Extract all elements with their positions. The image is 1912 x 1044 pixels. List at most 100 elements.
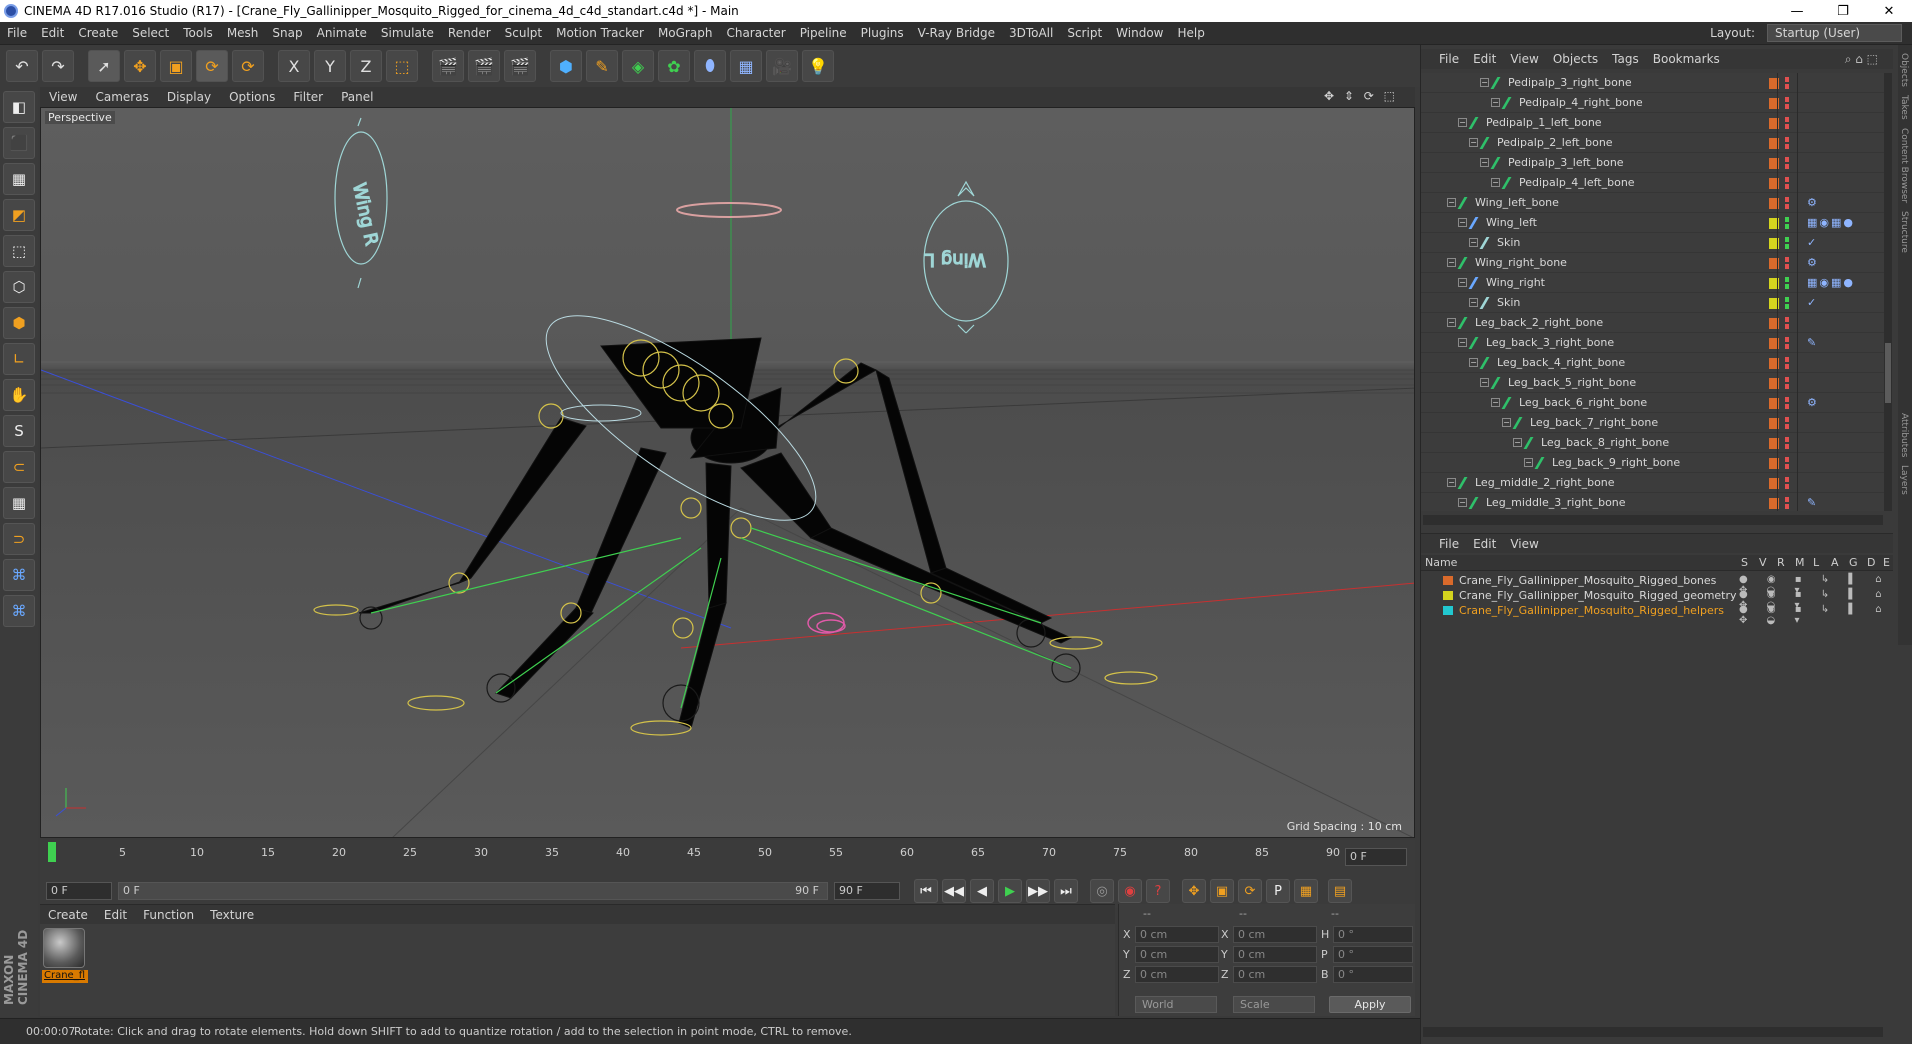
object-tags[interactable]: ✎	[1807, 496, 1818, 509]
side-tab-structure[interactable]: Structure	[1899, 211, 1909, 253]
om-menu-edit[interactable]: Edit	[1466, 52, 1503, 66]
object-tree-row[interactable]: − Leg_back_3_right_bone ✎	[1421, 333, 1887, 353]
viewport-menu-filter[interactable]: Filter	[284, 90, 332, 104]
grid-snap-icon[interactable]: ▦	[3, 487, 35, 519]
move-icon[interactable]: ✥	[124, 50, 156, 82]
menu-edit[interactable]: Edit	[34, 26, 71, 40]
menu-file[interactable]: File	[0, 26, 34, 40]
layout-dropdown[interactable]: Startup (User)	[1767, 24, 1902, 42]
tree-expand-toggle[interactable]: −	[1502, 418, 1511, 427]
object-name[interactable]: Wing_left_bone	[1475, 196, 1559, 209]
keyframe-selection-icon[interactable]: ?	[1146, 879, 1170, 903]
menu-mesh[interactable]: Mesh	[220, 26, 266, 40]
side-tab-takes[interactable]: Takes	[1899, 95, 1909, 120]
object-tree-row[interactable]: − Pedipalp_4_right_bone	[1421, 93, 1887, 113]
perspective-viewport[interactable]: Wing R Wing L Perspective Grid Spacing:…	[40, 107, 1415, 838]
pen-spline-icon[interactable]: ✎	[586, 50, 618, 82]
viewport-camera-label[interactable]: Perspective	[45, 111, 115, 124]
lm-col-solo[interactable]: S	[1741, 556, 1748, 569]
menu-3dtoall[interactable]: 3DToAll	[1002, 26, 1060, 40]
autokey-icon[interactable]: ◉	[1118, 879, 1142, 903]
material-menu-create[interactable]: Create	[40, 908, 96, 922]
side-tab-attributes[interactable]: Attributes	[1899, 413, 1909, 457]
coordinate-space-dropdown[interactable]: World	[1135, 996, 1217, 1013]
key-position-icon[interactable]: ✥	[1182, 879, 1206, 903]
timeline[interactable]: 0 5 10 15 20 25 30 35 40 45 50 55 60 65 …	[40, 840, 1415, 874]
deformer-icon[interactable]: ⬮	[694, 50, 726, 82]
layer-name[interactable]: Crane_Fly_Gallinipper_Mosquito_Rigged_ge…	[1459, 589, 1737, 602]
edges-mode-icon[interactable]: ⬡	[3, 271, 35, 303]
close-button[interactable]: ✕	[1866, 0, 1912, 22]
object-name[interactable]: Leg_back_7_right_bone	[1530, 416, 1658, 429]
side-tab-content-browser[interactable]: Content Browser	[1899, 128, 1909, 203]
object-tree-row[interactable]: − Leg_back_6_right_bone ⚙	[1421, 393, 1887, 413]
tree-expand-toggle[interactable]: −	[1469, 298, 1478, 307]
visibility-dots[interactable]	[1785, 497, 1789, 509]
object-tree-row[interactable]: − Pedipalp_3_right_bone	[1421, 73, 1887, 93]
current-frame-field[interactable]: 0 F	[1345, 848, 1407, 866]
lm-col-manager[interactable]: M	[1795, 556, 1805, 569]
object-name[interactable]: Leg_middle_2_right_bone	[1475, 476, 1615, 489]
object-name[interactable]: Pedipalp_2_left_bone	[1497, 136, 1613, 149]
visibility-dots[interactable]	[1785, 317, 1789, 329]
object-tree-row[interactable]: − Wing_left_bone ⚙	[1421, 193, 1887, 213]
object-name[interactable]: Pedipalp_1_left_bone	[1486, 116, 1602, 129]
visibility-dots[interactable]	[1785, 257, 1789, 269]
visibility-dots[interactable]	[1785, 397, 1789, 409]
start-frame-field[interactable]: 0 F	[46, 882, 112, 900]
lm-col-animation[interactable]: A	[1831, 556, 1839, 569]
object-tags[interactable]: ▦◉▦●	[1807, 276, 1855, 289]
object-tags[interactable]: ▦◉▦●	[1807, 216, 1855, 229]
minimize-button[interactable]: —	[1774, 0, 1820, 22]
om-menu-bookmarks[interactable]: Bookmarks	[1646, 52, 1727, 66]
menu-simulate[interactable]: Simulate	[374, 26, 441, 40]
side-tab-objects[interactable]: Objects	[1899, 53, 1909, 87]
object-name[interactable]: Skin	[1497, 236, 1520, 249]
position-y-field[interactable]: 0 cm	[1135, 946, 1219, 963]
layer-color-swatch[interactable]	[1443, 591, 1453, 600]
menu-help[interactable]: Help	[1170, 26, 1211, 40]
menu-plugins[interactable]: Plugins	[854, 26, 911, 40]
lm-col-view[interactable]: V	[1759, 556, 1767, 569]
magnet-icon[interactable]: ⊂	[3, 451, 35, 483]
object-tree-row[interactable]: − Skin ✓	[1421, 293, 1887, 313]
tree-expand-toggle[interactable]: −	[1458, 278, 1467, 287]
visibility-dots[interactable]	[1785, 457, 1789, 469]
size-z-field[interactable]: 0 cm	[1233, 966, 1317, 983]
camera-icon[interactable]: 🎥	[766, 50, 798, 82]
next-frame-icon[interactable]: ▶▶	[1026, 879, 1050, 903]
object-tree-hscrollbar[interactable]	[1423, 515, 1883, 525]
tree-expand-toggle[interactable]: −	[1447, 258, 1456, 267]
scrollbar-thumb[interactable]	[1885, 343, 1891, 403]
viewport-menu-options[interactable]: Options	[220, 90, 284, 104]
object-name[interactable]: Leg_back_2_right_bone	[1475, 316, 1603, 329]
om-search-home-icons[interactable]: ⌕ ⌂ ⬚	[1838, 52, 1885, 67]
object-name[interactable]: Pedipalp_3_left_bone	[1508, 156, 1624, 169]
viewport-menu-display[interactable]: Display	[158, 90, 220, 104]
object-tree-row[interactable]: − Leg_back_4_right_bone	[1421, 353, 1887, 373]
tree-expand-toggle[interactable]: −	[1469, 358, 1478, 367]
polygons-mode-icon[interactable]: ⬢	[3, 307, 35, 339]
viewport-menu-panel[interactable]: Panel	[332, 90, 382, 104]
playhead[interactable]	[48, 842, 56, 862]
object-tree-row[interactable]: − Pedipalp_1_left_bone	[1421, 113, 1887, 133]
menu-sculpt[interactable]: Sculpt	[498, 26, 549, 40]
object-tags[interactable]: ✓	[1807, 236, 1818, 249]
size-y-field[interactable]: 0 cm	[1233, 946, 1317, 963]
object-tree-row[interactable]: − Leg_back_2_right_bone	[1421, 313, 1887, 333]
tree-expand-toggle[interactable]: −	[1480, 78, 1489, 87]
lm-col-locked[interactable]: L	[1813, 556, 1819, 569]
menu-animate[interactable]: Animate	[310, 26, 374, 40]
viewport-navigation-icons[interactable]: ✥ ⇕ ⟳ ⬚	[1315, 89, 1407, 103]
tree-expand-toggle[interactable]: −	[1447, 478, 1456, 487]
object-name[interactable]: Pedipalp_3_right_bone	[1508, 76, 1632, 89]
object-name[interactable]: Leg_back_8_right_bone	[1541, 436, 1669, 449]
menu-tools[interactable]: Tools	[176, 26, 220, 40]
key-rotation-icon[interactable]: ⟳	[1238, 879, 1262, 903]
object-tags[interactable]: ⚙	[1807, 396, 1819, 409]
object-tags[interactable]: ✎	[1807, 336, 1818, 349]
visibility-dots[interactable]	[1785, 157, 1789, 169]
visibility-dots[interactable]	[1785, 117, 1789, 129]
object-tree-row[interactable]: − Leg_back_5_right_bone	[1421, 373, 1887, 393]
visibility-dots[interactable]	[1785, 477, 1789, 489]
